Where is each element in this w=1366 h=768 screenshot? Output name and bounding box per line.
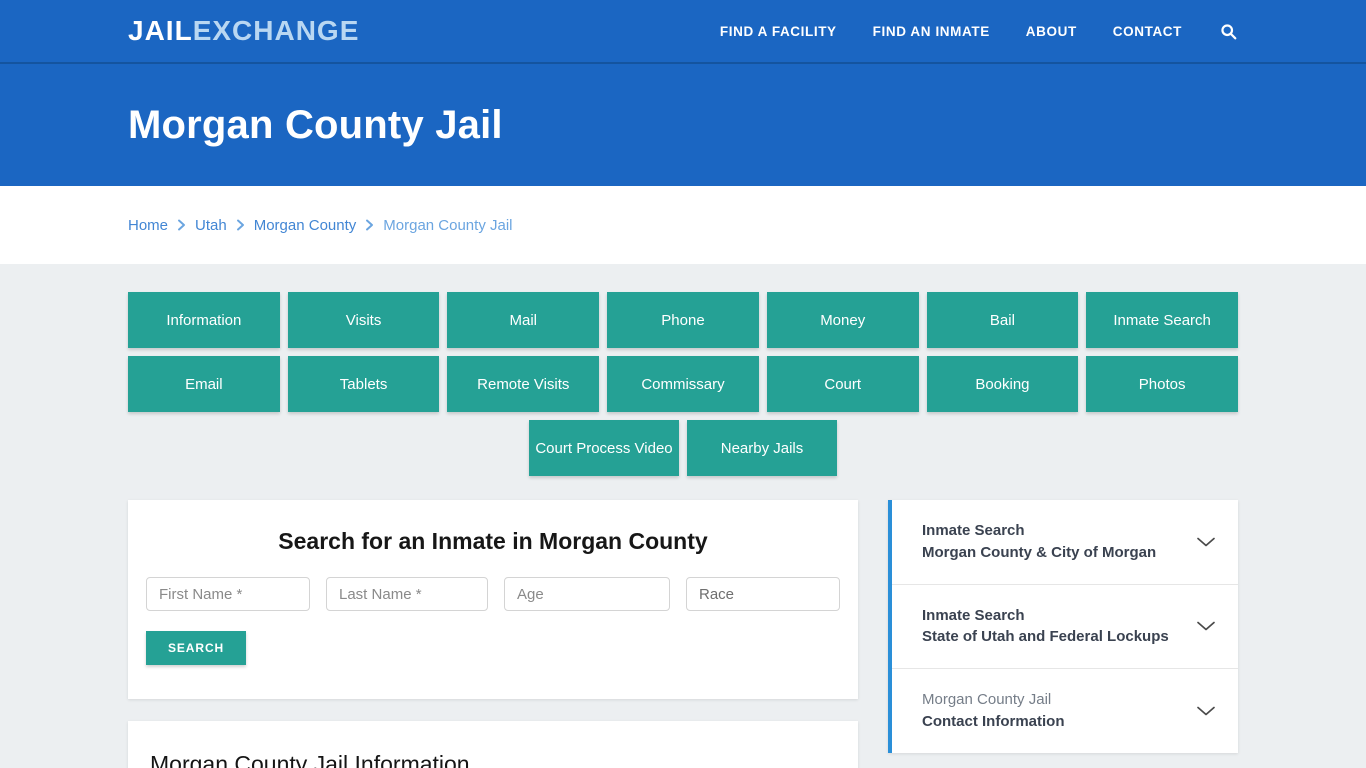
tab-information[interactable]: Information xyxy=(128,292,280,348)
main-menu: FIND A FACILITY FIND AN INMATE ABOUT CON… xyxy=(720,21,1238,41)
tab-email[interactable]: Email xyxy=(128,356,280,412)
inmate-search-heading: Search for an Inmate in Morgan County xyxy=(278,528,708,554)
breadcrumb-item-utah[interactable]: Utah xyxy=(195,217,227,234)
tab-mail[interactable]: Mail xyxy=(447,292,600,348)
tab-bail[interactable]: Bail xyxy=(926,292,1079,348)
jail-information-card: Morgan County Jail Information xyxy=(128,721,858,768)
top-navigation-bar: JAILEXCHANGE FIND A FACILITY FIND AN INM… xyxy=(0,0,1366,64)
jail-information-heading: Morgan County Jail Information xyxy=(150,751,470,768)
tab-photos[interactable]: Photos xyxy=(1086,356,1238,412)
chevron-right-icon xyxy=(365,219,374,231)
inmate-search-card: Search for an Inmate in Morgan County Ra… xyxy=(128,500,858,699)
breadcrumb-item-home[interactable]: Home xyxy=(128,217,168,234)
nav-item-find-a-facility[interactable]: FIND A FACILITY xyxy=(720,24,837,39)
race-select[interactable]: Race xyxy=(686,577,840,611)
first-name-input[interactable] xyxy=(146,577,310,611)
accordion-item-inmate-search-state[interactable]: Inmate Search State of Utah and Federal … xyxy=(892,585,1238,669)
page-body: Information Visits Mail Phone Money Bail… xyxy=(0,264,1366,768)
content-container: Information Visits Mail Phone Money Bail… xyxy=(128,292,1238,768)
chevron-right-icon xyxy=(177,219,186,231)
nav-item-contact[interactable]: CONTACT xyxy=(1113,24,1182,39)
page-hero: Morgan County Jail xyxy=(0,64,1366,186)
site-logo[interactable]: JAILEXCHANGE xyxy=(128,17,359,45)
tab-booking[interactable]: Booking xyxy=(926,356,1079,412)
breadcrumb: Home Utah Morgan County Morgan County Ja… xyxy=(128,217,513,234)
breadcrumb-item-morgan-county-jail[interactable]: Morgan County Jail xyxy=(383,217,512,234)
main-column: Search for an Inmate in Morgan County Ra… xyxy=(128,500,858,768)
search-button[interactable]: SEARCH xyxy=(146,631,247,665)
logo-text-primary: JAIL xyxy=(128,15,193,46)
nav-item-about[interactable]: ABOUT xyxy=(1026,24,1077,39)
sidebar-column: Inmate Search Morgan County & City of Mo… xyxy=(888,500,1238,753)
tab-nearby-jails[interactable]: Nearby Jails xyxy=(687,420,837,476)
tab-phone[interactable]: Phone xyxy=(607,292,759,348)
tab-court[interactable]: Court xyxy=(766,356,919,412)
accordion-item-line2: State of Utah and Federal Lockups xyxy=(922,628,1169,646)
logo-text-secondary: EXCHANGE xyxy=(192,15,360,46)
chevron-down-icon[interactable] xyxy=(1196,620,1216,632)
accordion-item-line1: Morgan County Jail xyxy=(922,691,1052,708)
accordion-item-line2: Morgan County & City of Morgan xyxy=(922,543,1157,561)
search-icon[interactable] xyxy=(1218,21,1238,41)
breadcrumb-bar: Home Utah Morgan County Morgan County Ja… xyxy=(0,186,1366,264)
accordion-item-line1: Inmate Search xyxy=(922,606,1025,624)
tab-money[interactable]: Money xyxy=(766,292,919,348)
facility-tab-row-2: Email Tablets Remote Visits Commissary C… xyxy=(128,356,1238,412)
nav-item-find-an-inmate[interactable]: FIND AN INMATE xyxy=(873,24,990,39)
accordion-item-text: Inmate Search State of Utah and Federal … xyxy=(922,605,1169,649)
tab-remote-visits[interactable]: Remote Visits xyxy=(447,356,600,412)
accordion-item-line2: Contact Information xyxy=(922,712,1065,730)
sidebar-accordion: Inmate Search Morgan County & City of Mo… xyxy=(888,500,1238,753)
tab-commissary[interactable]: Commissary xyxy=(607,356,759,412)
page-title: Morgan County Jail xyxy=(128,102,503,147)
accordion-item-contact-information[interactable]: Morgan County Jail Contact Information xyxy=(892,669,1238,753)
chevron-right-icon xyxy=(236,219,245,231)
last-name-input[interactable] xyxy=(326,577,488,611)
tab-visits[interactable]: Visits xyxy=(287,292,440,348)
accordion-item-line1: Inmate Search xyxy=(922,522,1025,539)
accordion-item-text: Inmate Search Morgan County & City of Mo… xyxy=(922,520,1156,564)
accordion-item-text: Morgan County Jail Contact Information xyxy=(922,689,1065,733)
main-columns: Search for an Inmate in Morgan County Ra… xyxy=(128,500,1238,768)
facility-tab-row-1: Information Visits Mail Phone Money Bail… xyxy=(128,292,1238,348)
accordion-item-inmate-search-county[interactable]: Inmate Search Morgan County & City of Mo… xyxy=(892,500,1238,585)
chevron-down-icon[interactable] xyxy=(1196,536,1216,548)
facility-tab-row-3: Court Process Video Nearby Jails xyxy=(128,420,1238,476)
age-input[interactable] xyxy=(504,577,670,611)
inmate-search-form-row: Race xyxy=(146,577,840,611)
tab-tablets[interactable]: Tablets xyxy=(287,356,440,412)
tab-court-process-video[interactable]: Court Process Video xyxy=(529,420,679,476)
chevron-down-icon[interactable] xyxy=(1196,705,1216,717)
breadcrumb-item-morgan-county[interactable]: Morgan County xyxy=(254,217,357,234)
tab-inmate-search[interactable]: Inmate Search xyxy=(1086,292,1238,348)
